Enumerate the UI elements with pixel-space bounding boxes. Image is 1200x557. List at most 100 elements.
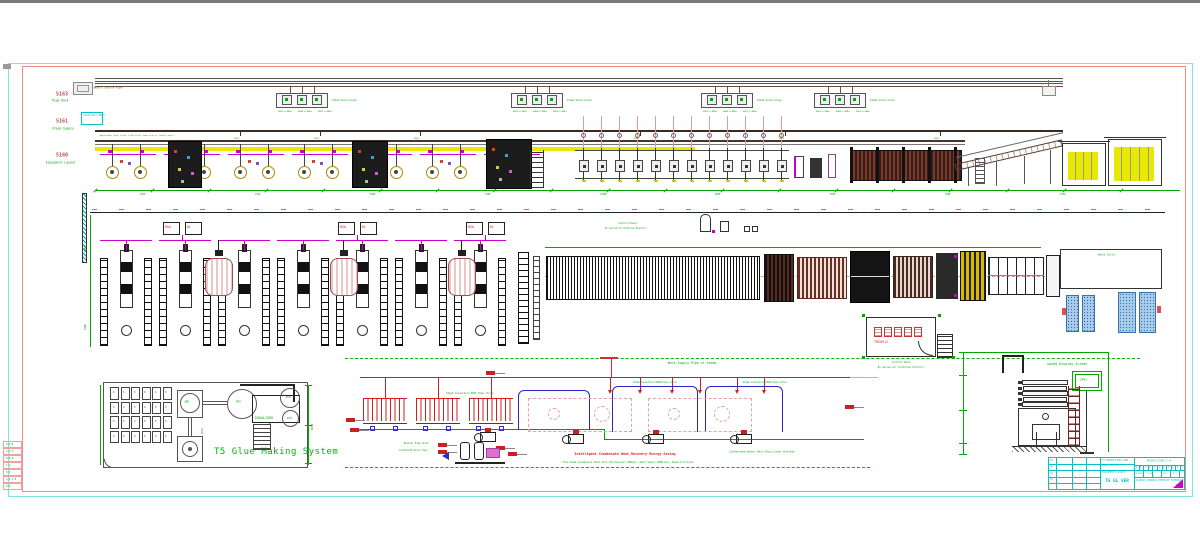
tb-row-char: A xyxy=(1136,466,1137,469)
cluster-caption: Steam Valve Group xyxy=(332,99,357,102)
speed-tray xyxy=(1022,402,1068,407)
plan-cyan-tick xyxy=(335,209,340,210)
machine-blob-detail xyxy=(492,148,495,151)
rack-end-fixture-inner xyxy=(77,85,89,92)
glue-cell-glyph: 8 xyxy=(134,391,135,394)
plan-block-2 xyxy=(797,257,847,299)
unit-blue-arrow xyxy=(442,452,449,460)
legend-row-text: 8 8 xyxy=(6,485,10,488)
plan-cyan-tick xyxy=(659,209,664,210)
glue-cell xyxy=(152,431,161,444)
train-tick xyxy=(618,180,622,182)
plan-column-block xyxy=(298,284,309,294)
glue-dim-tick xyxy=(305,463,312,464)
title-block-drawing-no: KQ20H-2306-2-W xyxy=(1147,459,1171,462)
machine-blob-detail xyxy=(191,172,194,175)
legend-row-text: 8 8 xyxy=(6,471,10,474)
glue-dim-tick xyxy=(305,425,312,426)
steam-tee xyxy=(785,131,786,136)
plan-cyan-tick xyxy=(956,209,961,210)
machine-blob-detail xyxy=(371,156,374,159)
station-magenta-pipe xyxy=(228,154,284,155)
plan-ladder2 xyxy=(533,256,540,340)
pallet xyxy=(1118,292,1136,333)
title-block-line2: KQ20-TG6-150 xyxy=(1102,464,1119,467)
incline-post xyxy=(1050,150,1051,184)
window-top-edge xyxy=(0,0,1200,3)
glue-cell-glyph: 8 xyxy=(113,391,114,394)
comb-teeth xyxy=(469,399,513,421)
pallet-tick xyxy=(1062,308,1066,315)
cluster-valve-dot xyxy=(285,98,288,101)
speed-tray xyxy=(1023,397,1067,402)
train-box-dot xyxy=(763,165,766,168)
glue-cell-glyph: 8 xyxy=(134,406,135,409)
train-tick xyxy=(744,180,748,182)
elev-row-name-2: Steam Supply xyxy=(52,127,74,130)
pump-chip xyxy=(573,430,579,434)
comb-base xyxy=(363,423,407,424)
plan-dim-left-bot: 5200 xyxy=(84,324,87,330)
station-magenta-pipe xyxy=(420,154,476,155)
plan-cyan-tick xyxy=(578,209,583,210)
control-cabinet xyxy=(894,327,902,337)
comb-base xyxy=(469,423,513,424)
train-circle xyxy=(743,133,748,138)
title-block-sheet-label: SHT xyxy=(1163,472,1167,474)
enclosure-panel-line xyxy=(1139,147,1140,181)
glue-cell xyxy=(131,431,140,444)
wall-strip xyxy=(82,193,87,263)
comb-pump xyxy=(423,426,428,431)
glue-cell-glyph: 8 xyxy=(165,406,166,409)
plan-cyan-tick xyxy=(524,209,529,210)
train-circle xyxy=(581,133,586,138)
cluster-valve-dot xyxy=(853,98,856,101)
speed-tray-flange xyxy=(1018,387,1022,390)
schematic-bottom-caption: Condensate Water Main Pipe Lower Bracket xyxy=(729,450,795,453)
machine-blob-detail xyxy=(375,172,378,175)
enclosure-panel-line xyxy=(1091,152,1092,180)
tb-left-label: SH xyxy=(1050,459,1053,462)
plan-station-label: RL xyxy=(187,225,191,229)
rack-right-stem xyxy=(1048,80,1049,87)
steam-note: Applicable pipe slope 1:100 with steam t… xyxy=(100,134,174,136)
plan-small-box xyxy=(744,226,750,232)
train-box-dot xyxy=(673,165,676,168)
machine-blob-detail xyxy=(509,170,512,173)
glue-cell-glyph: 8 xyxy=(155,391,156,394)
ghost-frame xyxy=(528,398,632,432)
plan-conveyor-c-line xyxy=(988,275,1044,276)
train-circle xyxy=(761,133,766,138)
title-block-main-code: T5 GL VER xyxy=(1105,478,1129,483)
cluster-sublabel: DN40 0.8MPa xyxy=(533,110,547,112)
speed-top-line xyxy=(963,352,1108,353)
station-wheel-hub xyxy=(302,170,306,174)
speed-base-hatch xyxy=(1012,446,1087,452)
pump-circle xyxy=(562,435,571,444)
machine-blob-detail xyxy=(178,168,181,171)
plan-cyan-tick xyxy=(983,209,988,210)
plan-block-3 xyxy=(850,251,890,303)
glue-dim-left xyxy=(100,385,101,465)
tb-minicell-line xyxy=(1180,465,1181,471)
pipe-rack-line xyxy=(95,86,1063,87)
plan-circle xyxy=(357,325,368,336)
cluster-sublabel: DN25 0.4MPa xyxy=(816,110,830,112)
station-dot xyxy=(320,162,323,165)
plan-station-drop xyxy=(485,235,486,240)
unit-base xyxy=(455,462,505,464)
train-circle xyxy=(689,133,694,138)
train-box-dot xyxy=(781,165,784,168)
station-dot xyxy=(440,160,443,163)
plan-station-drop xyxy=(357,235,358,240)
incline-post xyxy=(968,168,969,186)
elev-dim-label: 5000 xyxy=(370,193,375,196)
control-cabinet xyxy=(884,327,892,337)
cluster-sublabel: DN25 0.4MPa xyxy=(743,110,757,112)
plan-rail xyxy=(321,258,329,346)
sparse-item xyxy=(828,154,836,178)
glue-pipe-v xyxy=(188,418,192,436)
steam-tee xyxy=(320,131,321,136)
glue-cell xyxy=(110,387,119,400)
plan-cyan-tick xyxy=(1118,209,1123,210)
